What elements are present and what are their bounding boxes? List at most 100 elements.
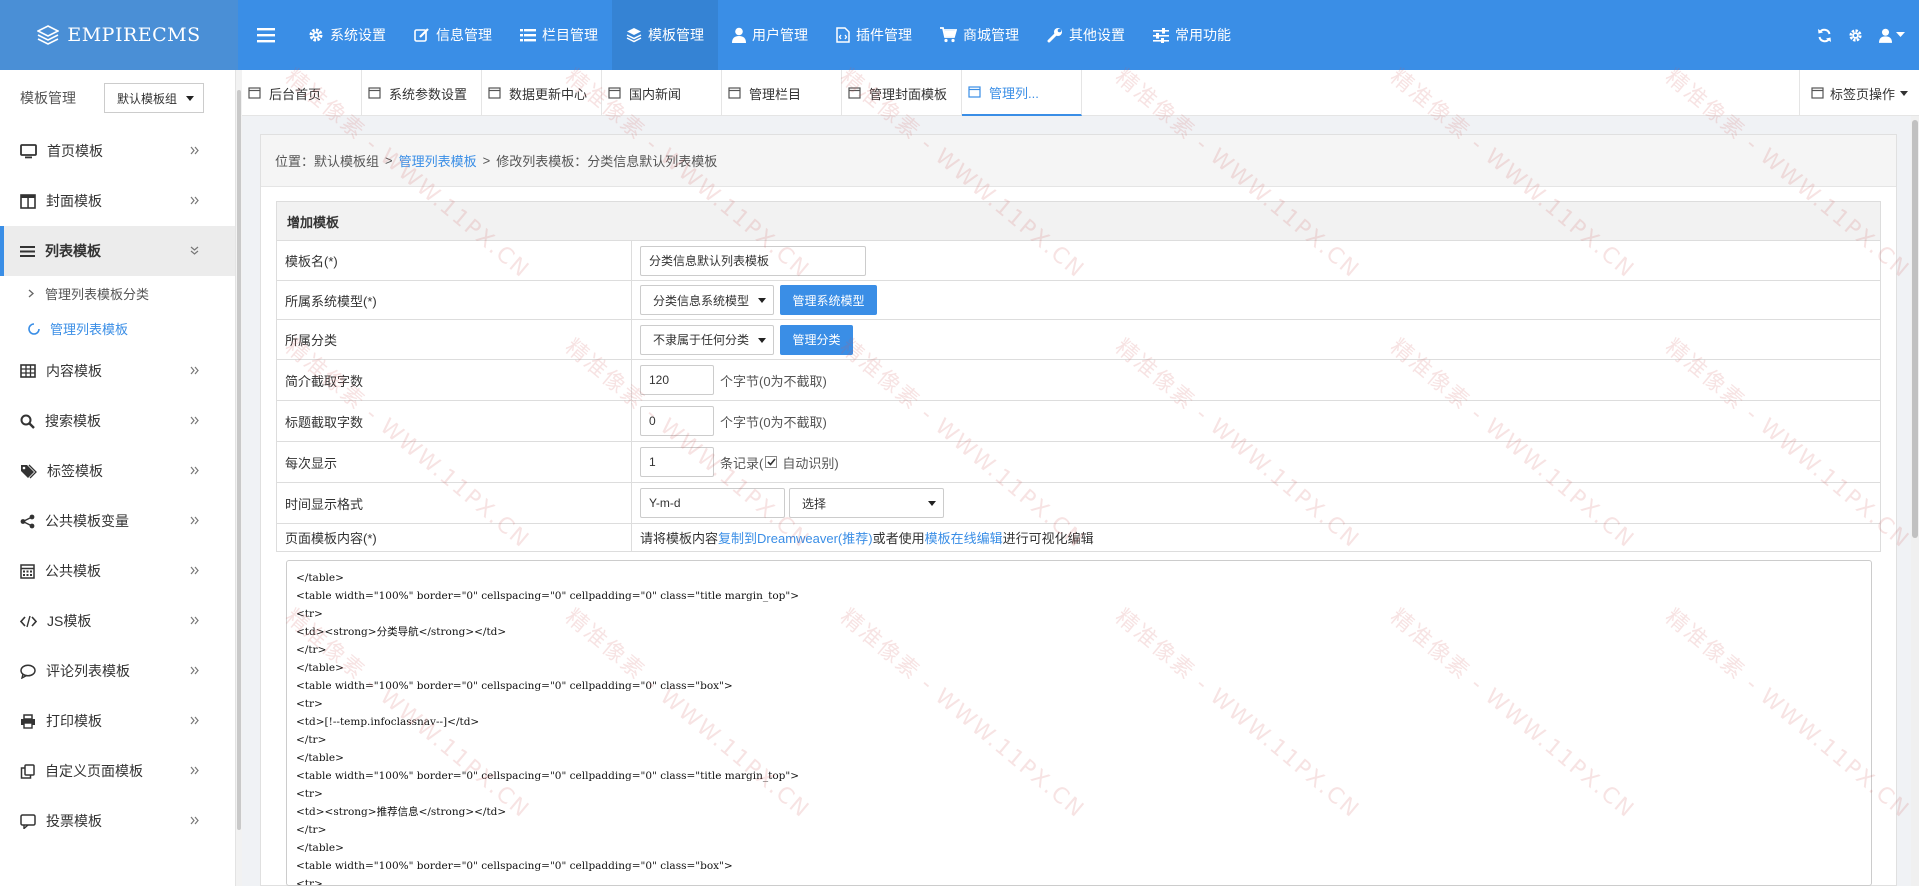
- tab-label: 后台首页: [269, 86, 322, 102]
- sidebar-scrollbar[interactable]: [236, 70, 242, 886]
- content-hint-text: 进行可视化编辑: [1002, 531, 1094, 546]
- form-row-per-page: 每次显示 1 条记录( 自动识别): [276, 442, 1881, 483]
- sidebar-item-home-template[interactable]: 首页模板: [0, 126, 235, 176]
- message-icon: [20, 813, 36, 829]
- brand-logo[interactable]: EMPIRECMS: [0, 0, 238, 70]
- field-label: 每次显示: [277, 442, 632, 482]
- sidebar-item-print-template[interactable]: 打印模板: [0, 696, 235, 746]
- per-page-input[interactable]: 1: [640, 447, 714, 477]
- title-length-input[interactable]: 0: [640, 406, 714, 436]
- system-model-select[interactable]: 分类信息系统模型: [640, 285, 774, 315]
- sidebar-item-search-template[interactable]: 搜索模板: [0, 396, 235, 446]
- tab-label: 数据更新中心: [509, 86, 588, 102]
- tab-manage-columns[interactable]: 管理栏目: [722, 70, 842, 116]
- sidebar-item-public-template[interactable]: 公共模板: [0, 546, 235, 596]
- sidebar-item-content-template[interactable]: 内容模板: [0, 346, 235, 396]
- sidebar-item-cover-template[interactable]: 封面模板: [0, 176, 235, 226]
- form-row-title-length: 标题截取字数 0 个字节(0为不截取): [276, 401, 1881, 442]
- sidebar-item-js-template[interactable]: JS模板: [0, 596, 235, 646]
- sidebar-subitem-list-template-category[interactable]: 管理列表模板分类: [0, 276, 235, 311]
- refresh-button[interactable]: [1817, 28, 1832, 43]
- auto-detect-checkbox[interactable]: [765, 456, 778, 468]
- print-icon: [21, 713, 35, 729]
- double-chevron-right-icon: [190, 416, 199, 425]
- breadcrumb-separator: >: [482, 153, 491, 168]
- window-icon: [368, 87, 381, 99]
- online-edit-template-link[interactable]: 模板在线编辑: [925, 528, 1003, 547]
- topnav-system-settings[interactable]: 系统设置: [294, 0, 400, 70]
- sidebar-item-comment-list-template[interactable]: 评论列表模板: [0, 646, 235, 696]
- double-chevron-down-icon: [190, 246, 199, 255]
- sidebar-item-vote-template[interactable]: 投票模板: [0, 796, 235, 846]
- sidebar-item-custom-page-template[interactable]: 自定义页面模板: [0, 746, 235, 796]
- intro-length-input[interactable]: 120: [640, 365, 714, 395]
- breadcrumb-link-manage-list-templates[interactable]: 管理列表模板: [399, 151, 477, 170]
- brand-name: EMPIRECMS: [67, 24, 201, 46]
- manage-system-model-button[interactable]: 管理系统模型: [780, 285, 877, 315]
- sidebar: 模板管理 默认模板组 首页模板 封面模板 列表模板 管理列表模板分类 管理列表模…: [0, 70, 236, 886]
- tab-data-update-center[interactable]: 数据更新中心: [482, 70, 602, 116]
- page-scrollbar[interactable]: [1911, 116, 1919, 886]
- code-line: </table>: [296, 662, 344, 674]
- template-name-input[interactable]: 分类信息默认列表模板: [640, 245, 866, 276]
- double-chevron-right-icon: [190, 196, 199, 205]
- code-line: <tr>: [296, 698, 323, 710]
- copy-to-dreamweaver-link[interactable]: 复制到Dreamweaver(推荐): [718, 528, 873, 547]
- time-format-select[interactable]: 选择: [789, 488, 944, 518]
- comment-icon: [20, 663, 36, 679]
- field-label: 页面模板内容(*): [277, 524, 632, 551]
- topnav-template-management[interactable]: 模板管理: [612, 0, 718, 70]
- topnav-other-settings[interactable]: 其他设置: [1033, 0, 1139, 70]
- user-menu-button[interactable]: [1879, 28, 1905, 43]
- sidebar-item-list-template[interactable]: 列表模板: [0, 226, 235, 276]
- sidebar-item-public-template-vars[interactable]: 公共模板变量: [0, 496, 235, 546]
- tab-operations-dropdown[interactable]: 标签页操作: [1799, 70, 1919, 116]
- content-hint-text: 或者使用: [872, 531, 925, 546]
- tags-icon: [21, 464, 37, 478]
- tab-manage-list-templates[interactable]: 管理列...: [962, 70, 1082, 116]
- double-chevron-right-icon: [190, 766, 199, 775]
- auto-detect-label: 自动识别): [782, 455, 839, 471]
- menu-toggle-button[interactable]: [238, 0, 294, 70]
- sidebar-item-tag-template[interactable]: 标签模板: [0, 446, 235, 496]
- page-scroll-thumb[interactable]: [1912, 120, 1918, 538]
- topnav-column-management[interactable]: 栏目管理: [506, 0, 612, 70]
- topnav-info-management[interactable]: 信息管理: [400, 0, 506, 70]
- sidebar-header: 模板管理 默认模板组: [0, 70, 235, 126]
- double-chevron-right-icon: [190, 616, 199, 625]
- sidebar-scroll-thumb[interactable]: [237, 90, 241, 830]
- sidebar-subitem-manage-list-template[interactable]: 管理列表模板: [0, 311, 235, 346]
- sidebar-item-label: 自定义页面模板: [45, 763, 143, 779]
- template-content-textarea[interactable]: </table> <table width="100%" border="0" c…: [286, 560, 1872, 886]
- tab-manage-cover-templates[interactable]: 管理封面模板: [842, 70, 962, 116]
- tab-system-params[interactable]: 系统参数设置: [362, 70, 482, 116]
- double-chevron-right-icon: [190, 816, 199, 825]
- list-icon: [520, 29, 536, 42]
- tab-label: 管理栏目: [749, 86, 802, 102]
- field-label: 所属系统模型(*): [277, 281, 632, 319]
- template-group-select[interactable]: 默认模板组: [104, 83, 204, 113]
- time-format-input[interactable]: Y-m-d: [640, 488, 785, 518]
- double-chevron-right-icon: [190, 466, 199, 475]
- user-icon: [732, 27, 746, 43]
- sidebar-item-label: 公共模板变量: [45, 513, 129, 529]
- topnav-user-management[interactable]: 用户管理: [718, 0, 822, 70]
- tab-admin-home[interactable]: 后台首页: [242, 70, 362, 116]
- topnav-common-functions[interactable]: 常用功能: [1139, 0, 1245, 70]
- breadcrumb-current: 修改列表模板：分类信息默认列表模板: [496, 154, 718, 169]
- category-select[interactable]: 不隶属于任何分类: [640, 324, 774, 355]
- settings-button[interactable]: [1848, 28, 1863, 43]
- share-icon: [20, 514, 35, 528]
- code-line: <table width="100%" border="0" cellspaci…: [296, 680, 733, 692]
- window-icon: [848, 87, 861, 99]
- breadcrumb: 位置：默认模板组 > 管理列表模板 > 修改列表模板：分类信息默认列表模板: [261, 135, 1896, 187]
- sidebar-item-label: 列表模板: [45, 243, 101, 259]
- code-line: </table>: [296, 572, 344, 584]
- code-line: </tr>: [296, 734, 327, 746]
- topnav-shop-management[interactable]: 商城管理: [926, 0, 1033, 70]
- chevron-right-icon: [28, 289, 34, 298]
- topnav-plugin-management[interactable]: 插件管理: [822, 0, 926, 70]
- tab-domestic-news[interactable]: 国内新闻: [602, 70, 722, 116]
- manage-category-button[interactable]: 管理分类: [780, 324, 853, 355]
- code-line: <tr>: [296, 608, 323, 620]
